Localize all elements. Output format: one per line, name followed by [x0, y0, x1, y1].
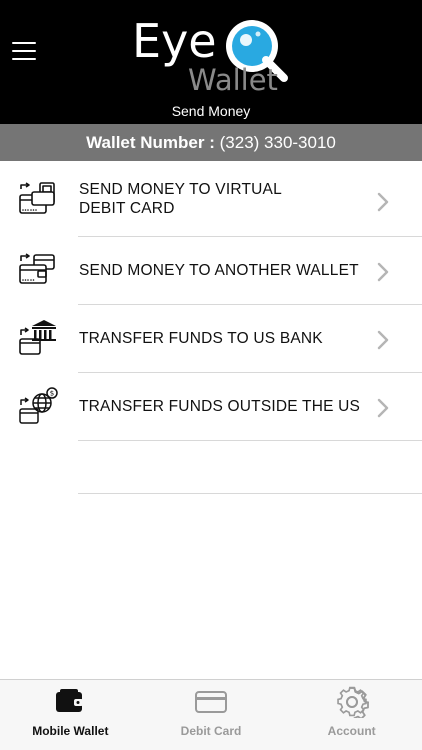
- chevron-right-icon: [377, 192, 389, 212]
- logo-wallet-text: Wallet: [188, 63, 278, 97]
- option-label: TRANSFER FUNDS TO US BANK: [79, 330, 323, 348]
- wallet-to-card-icon: [19, 182, 55, 214]
- logo-eye-text: Eye: [132, 14, 217, 68]
- svg-text:$: $: [50, 390, 54, 398]
- send-money-options-list: SEND MONEY TO VIRTUAL DEBIT CARD SEND MO…: [0, 161, 422, 441]
- wallet-number-value: (323) 330-3010: [219, 133, 336, 152]
- hamburger-menu-icon[interactable]: [12, 42, 36, 60]
- option-label-line1: SEND MONEY TO VIRTUAL: [79, 180, 282, 198]
- chevron-right-icon: [377, 330, 389, 350]
- wallet-to-wallet-icon: [19, 253, 55, 284]
- tab-debit-card[interactable]: Debit Card: [141, 680, 282, 750]
- tab-account[interactable]: Account: [281, 680, 422, 750]
- option-label: TRANSFER FUNDS OUTSIDE THE US: [79, 398, 361, 416]
- tab-label: Mobile Wallet: [32, 724, 109, 738]
- option-send-to-another-wallet[interactable]: SEND MONEY TO ANOTHER WALLET: [0, 237, 422, 305]
- gear-icon: [336, 686, 369, 718]
- credit-card-icon: [195, 691, 227, 713]
- wallet-to-bank-icon: [19, 320, 56, 355]
- option-label: SEND MONEY TO ANOTHER WALLET: [79, 262, 359, 280]
- option-send-to-virtual-debit-card[interactable]: SEND MONEY TO VIRTUAL DEBIT CARD: [0, 161, 422, 237]
- screen-title: Send Money: [171, 103, 251, 119]
- wallet-number-bar: Wallet Number : (323) 330-3010: [0, 124, 422, 161]
- option-transfer-outside-us[interactable]: $ TRANSFER FUNDS OUTSIDE THE US: [0, 373, 422, 441]
- wallet-to-globe-icon: $: [19, 387, 58, 424]
- option-transfer-to-us-bank[interactable]: TRANSFER FUNDS TO US BANK: [0, 305, 422, 373]
- option-label-line2: DEBIT CARD: [79, 200, 175, 217]
- wallet-number-label: Wallet Number :: [86, 133, 215, 152]
- tab-label: Account: [327, 724, 376, 738]
- bottom-tab-bar: Mobile Wallet Debit Card Account: [0, 679, 422, 750]
- option-label: SEND MONEY TO VIRTUAL DEBIT CARD: [79, 161, 378, 237]
- wallet-icon: [56, 689, 84, 712]
- divider: [78, 493, 422, 494]
- tab-mobile-wallet[interactable]: Mobile Wallet: [0, 680, 141, 750]
- chevron-right-icon: [377, 398, 389, 418]
- app-header: Eye Wallet Send Money: [0, 0, 422, 124]
- tab-label: Debit Card: [180, 724, 242, 738]
- eyeq-wallet-logo: Eye Wallet: [128, 8, 298, 100]
- divider: [78, 440, 422, 441]
- chevron-right-icon: [377, 262, 389, 282]
